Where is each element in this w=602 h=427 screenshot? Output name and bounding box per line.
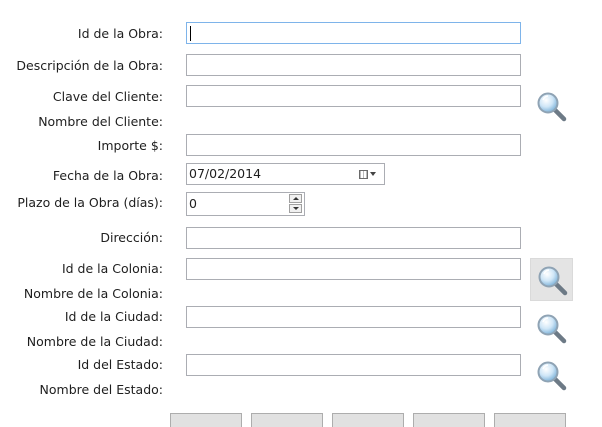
calendar-icon — [359, 169, 368, 179]
stepper-down-button[interactable] — [289, 204, 302, 213]
descripcion-obra-label: Descripción de la Obra: — [16, 58, 163, 73]
stepper-up-button[interactable] — [289, 194, 302, 203]
id-estado-label: Id del Estado: — [77, 357, 163, 372]
id-colonia-label: Id de la Colonia: — [61, 261, 163, 276]
bottom-button-3[interactable] — [332, 413, 404, 427]
fecha-obra-value: 07/02/2014 — [189, 166, 262, 181]
chevron-down-icon — [370, 172, 376, 176]
importe-label: Importe $: — [97, 138, 163, 153]
search-icon — [537, 361, 567, 391]
id-ciudad-field[interactable] — [186, 306, 521, 328]
text-caret — [190, 26, 191, 41]
bottom-button-5[interactable] — [494, 413, 566, 427]
id-obra-label: Id de la Obra: — [77, 26, 163, 41]
nombre-estado-label: Nombre del Estado: — [39, 382, 163, 397]
plazo-obra-value: 0 — [189, 196, 197, 211]
id-colonia-field[interactable] — [186, 258, 521, 280]
plazo-obra-stepper[interactable]: 0 — [186, 192, 305, 216]
search-estado-button[interactable] — [531, 355, 571, 395]
nombre-ciudad-label: Nombre de la Ciudad: — [26, 334, 163, 349]
id-ciudad-label: Id de la Ciudad: — [64, 309, 163, 324]
bottom-button-2[interactable] — [251, 413, 323, 427]
search-cliente-button[interactable] — [531, 86, 571, 126]
bottom-button-4[interactable] — [413, 413, 485, 427]
bottom-button-1[interactable] — [170, 413, 242, 427]
clave-cliente-field[interactable] — [186, 85, 521, 107]
direccion-label: Dirección: — [100, 230, 163, 245]
importe-field[interactable] — [186, 134, 521, 156]
search-colonia-button[interactable] — [530, 258, 573, 301]
direccion-field[interactable] — [186, 227, 521, 249]
fecha-obra-datepicker[interactable]: 07/02/2014 — [186, 163, 385, 185]
search-icon — [537, 314, 567, 344]
datepicker-dropdown-button[interactable] — [359, 167, 381, 181]
fecha-obra-label: Fecha de la Obra: — [52, 168, 163, 183]
search-icon — [538, 266, 567, 295]
plazo-obra-label: Plazo de la Obra (días): — [17, 195, 163, 210]
nombre-cliente-label: Nombre del Cliente: — [38, 114, 163, 129]
search-icon — [537, 92, 567, 122]
nombre-colonia-label: Nombre de la Colonia: — [23, 286, 163, 301]
clave-cliente-label: Clave del Cliente: — [52, 89, 163, 104]
id-obra-field[interactable] — [186, 22, 521, 44]
search-ciudad-button[interactable] — [531, 308, 571, 348]
stepper-buttons — [289, 194, 303, 214]
descripcion-obra-field[interactable] — [186, 54, 521, 76]
id-estado-field[interactable] — [186, 354, 521, 376]
